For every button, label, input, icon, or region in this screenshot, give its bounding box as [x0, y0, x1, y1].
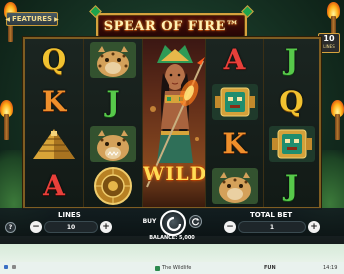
- jaguar-icon: [206, 165, 263, 207]
- reel-4: A K: [206, 39, 263, 207]
- symbol-q: Q: [41, 43, 67, 76]
- aztec-calendar-icon: [84, 165, 142, 207]
- jaguar-icon: [84, 123, 142, 165]
- chevron-left-icon: ◀: [5, 15, 10, 23]
- reel-1: Q K A: [25, 39, 83, 207]
- total-bet-label: TOTAL BET: [250, 211, 293, 219]
- reel-2: J: [83, 39, 142, 207]
- app-icon[interactable]: [12, 265, 16, 269]
- spin-button[interactable]: [160, 210, 186, 236]
- aztec-mask-icon: [264, 123, 319, 165]
- game-title-banner: SPEAR OF FIRE™: [96, 13, 247, 39]
- spin-icon: [166, 216, 182, 232]
- buy-button[interactable]: BUY: [141, 215, 158, 228]
- symbol-a: A: [223, 43, 246, 76]
- mode-label: FUN: [264, 265, 276, 271]
- tab-icon: [155, 265, 160, 271]
- symbol-q: Q: [279, 85, 304, 118]
- lines-plus-button[interactable]: +: [100, 221, 112, 233]
- autoplay-button[interactable]: [189, 215, 202, 228]
- lines-value: 10: [44, 221, 98, 233]
- symbol-j: J: [106, 85, 120, 118]
- pyramid-icon: [25, 123, 83, 165]
- features-button[interactable]: ◀ FEATURES ▶: [5, 12, 59, 26]
- game-title: SPEAR OF FIRE™: [103, 18, 240, 34]
- aztec-mask-icon: [206, 81, 263, 123]
- reel-grid: Q K A J WILD A K J Q J: [23, 37, 321, 209]
- symbol-j: J: [284, 169, 299, 202]
- symbol-k: K: [41, 85, 67, 118]
- torch-icon: [331, 100, 344, 140]
- help-button[interactable]: ?: [5, 222, 16, 233]
- total-bet-value: 1: [238, 221, 306, 233]
- lines-badge: 10 LINES: [318, 33, 340, 53]
- taskbar-icons: [4, 265, 16, 269]
- chevron-right-icon: ▶: [54, 15, 59, 23]
- taskbar: The Wildlife FUN 14:19: [0, 262, 344, 274]
- balance-display: BALANCE: 5,000: [149, 235, 195, 241]
- bet-plus-button[interactable]: +: [308, 221, 320, 233]
- symbol-a: A: [43, 169, 65, 202]
- symbol-j: J: [284, 43, 299, 76]
- clock: 14:19: [323, 265, 338, 271]
- jaguar-icon: [84, 39, 142, 81]
- start-icon[interactable]: [4, 265, 8, 269]
- wild-label: WILD: [143, 163, 206, 185]
- symbol-k: K: [222, 127, 247, 160]
- wild-reel: WILD: [142, 39, 206, 207]
- reel-5: J Q J: [263, 39, 319, 207]
- torch-icon: [0, 100, 13, 140]
- bet-minus-button[interactable]: −: [224, 221, 236, 233]
- lines-minus-button[interactable]: −: [30, 221, 42, 233]
- autoplay-icon: [192, 218, 200, 226]
- taskbar-tab[interactable]: The Wildlife: [155, 265, 191, 271]
- lines-label: LINES: [58, 211, 81, 219]
